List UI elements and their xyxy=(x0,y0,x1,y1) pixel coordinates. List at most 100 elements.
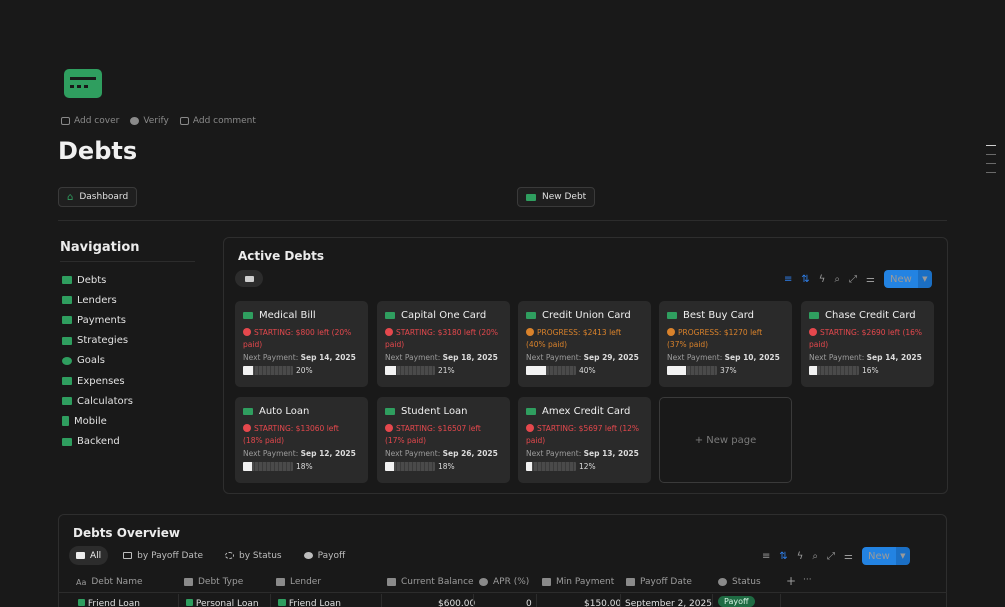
add-cover-button[interactable]: Add cover xyxy=(61,116,119,126)
credit-card-icon xyxy=(385,311,395,319)
dashboard-button[interactable]: ⌂ Dashboard xyxy=(58,187,138,207)
column-header-debt-name[interactable]: Aa Debt Name xyxy=(76,577,143,587)
debt-card[interactable]: Chase Credit Card STARTING: $2690 left (1… xyxy=(801,301,934,387)
min-payment-cell[interactable]: $150.00 xyxy=(584,599,621,607)
credit-card-icon[interactable] xyxy=(64,69,102,98)
debt-type-cell[interactable]: Personal Loan xyxy=(196,599,259,607)
next-payment: Next Payment: Sep 14, 2025 xyxy=(809,353,922,362)
new-page-button[interactable]: + New page xyxy=(659,397,792,483)
debt-card-title: Credit Union Card xyxy=(526,308,643,322)
debt-card[interactable]: Capital One Card STARTING: $3180 left (20… xyxy=(377,301,510,387)
database-icon xyxy=(62,437,72,446)
pie-icon xyxy=(479,578,488,586)
image-icon xyxy=(61,117,70,125)
calendar-icon xyxy=(123,552,133,559)
debt-card[interactable]: Credit Union Card PROGRESS: $2413 left (4… xyxy=(518,301,651,387)
status-badge[interactable]: Payoff xyxy=(718,596,755,607)
tab-by-payoff-date[interactable]: by Payoff Date xyxy=(116,546,210,565)
divider xyxy=(536,594,537,607)
calculator-icon xyxy=(62,397,72,406)
new-debt-button[interactable]: New Debt xyxy=(517,187,596,207)
column-header-debt-type[interactable]: Debt Type xyxy=(184,577,243,587)
add-comment-button[interactable]: Add comment xyxy=(179,116,256,126)
debt-card[interactable]: Medical Bill STARTING: $800 left (20% pai… xyxy=(235,301,368,387)
progress-fill xyxy=(809,366,817,375)
table-of-contents[interactable] xyxy=(986,145,996,181)
progress-bar: 12% xyxy=(526,462,643,471)
nav-item-strategies[interactable]: Strategies xyxy=(62,331,133,351)
search-icon[interactable]: ⌕ xyxy=(812,551,818,562)
divider xyxy=(60,261,195,262)
settings-icon[interactable]: ⚌ xyxy=(866,274,875,285)
nav-item-lenders[interactable]: Lenders xyxy=(62,290,133,310)
search-icon[interactable]: ⌕ xyxy=(834,274,840,285)
debt-card[interactable]: Amex Credit Card STARTING: $5697 left (12… xyxy=(518,397,651,483)
credit-card-icon xyxy=(62,276,72,285)
text-type-icon: Aa xyxy=(76,577,87,587)
progress-bar: 21% xyxy=(385,366,502,375)
nav-item-backend[interactable]: Backend xyxy=(62,432,133,452)
filter-icon[interactable]: ≡ xyxy=(784,274,792,285)
tab-by-status[interactable]: by Status xyxy=(218,546,289,565)
verify-button[interactable]: Verify xyxy=(130,116,169,126)
check-circle-icon xyxy=(130,117,140,125)
apr-cell[interactable]: 0 xyxy=(526,599,532,607)
chevron-down-icon[interactable]: ▼ xyxy=(895,547,910,565)
expand-icon[interactable]: ⤢ xyxy=(827,551,835,562)
nav-item-goals[interactable]: Goals xyxy=(62,351,133,371)
debt-card[interactable]: Best Buy Card PROGRESS: $1270 left (37% p… xyxy=(659,301,792,387)
divider xyxy=(780,594,781,607)
settings-icon[interactable]: ⚌ xyxy=(844,551,853,562)
chevron-down-icon[interactable]: ▼ xyxy=(917,270,932,288)
debt-card-title: Capital One Card xyxy=(385,308,502,322)
nav-item-expenses[interactable]: Expenses xyxy=(62,371,133,391)
progress-bar: 20% xyxy=(243,366,360,375)
new-button[interactable]: New ▼ xyxy=(883,270,932,288)
debt-card[interactable]: Auto Loan STARTING: $13060 left (18% paid… xyxy=(235,397,368,483)
nav-item-mobile[interactable]: Mobile xyxy=(62,411,133,431)
next-payment: Next Payment: Sep 12, 2025 xyxy=(243,449,356,458)
status-dot-icon xyxy=(385,424,393,432)
debt-name-cell[interactable]: Friend Loan xyxy=(88,599,140,607)
next-payment: Next Payment: Sep 13, 2025 xyxy=(526,449,639,458)
credit-card-icon xyxy=(667,311,677,319)
receipt-icon xyxy=(62,316,72,325)
divider xyxy=(712,594,713,607)
nav-item-payments[interactable]: Payments xyxy=(62,310,133,330)
debt-status-text: STARTING: $5697 left (12% paid) xyxy=(526,424,640,445)
lightning-icon[interactable]: ϟ xyxy=(797,551,804,562)
nav-item-calculators[interactable]: Calculators xyxy=(62,391,133,411)
expand-icon[interactable]: ⤢ xyxy=(849,274,857,285)
nav-item-debts[interactable]: Debts xyxy=(62,270,133,290)
debt-status-text: STARTING: $2690 left (16% paid) xyxy=(809,328,923,349)
add-column-icon[interactable]: + xyxy=(786,574,796,588)
home-icon: ⌂ xyxy=(67,191,74,203)
debt-card-title: Chase Credit Card xyxy=(809,308,926,322)
column-header-status[interactable]: Status xyxy=(718,577,761,587)
tab-all[interactable]: All xyxy=(69,546,109,565)
column-header-apr[interactable]: APR (%) xyxy=(479,577,529,587)
sort-icon[interactable]: ⇅ xyxy=(779,551,787,562)
filter-icon[interactable]: ≡ xyxy=(762,551,770,562)
status-dot-icon xyxy=(243,424,251,432)
new-button[interactable]: New ▼ xyxy=(861,547,910,565)
car-icon xyxy=(243,407,253,415)
column-header-lender[interactable]: Lender xyxy=(276,577,321,587)
debt-status-text: STARTING: $3180 left (20% paid) xyxy=(385,328,499,349)
more-icon[interactable]: ··· xyxy=(803,575,812,585)
next-payment: Next Payment: Sep 14, 2025 xyxy=(243,353,356,362)
target-icon xyxy=(62,356,72,365)
column-header-current-balance[interactable]: Current Balance xyxy=(387,577,474,587)
debt-card[interactable]: Student Loan STARTING: $16507 left (17% p… xyxy=(377,397,510,483)
bank-icon xyxy=(62,296,72,305)
lender-cell[interactable]: Friend Loan xyxy=(289,599,341,607)
tab-payoff[interactable]: Payoff xyxy=(297,546,353,565)
sort-icon[interactable]: ⇅ xyxy=(801,274,809,285)
gallery-view-tab[interactable] xyxy=(235,270,263,287)
lightning-icon[interactable]: ϟ xyxy=(819,274,826,285)
column-header-min-payment[interactable]: Min Payment xyxy=(542,577,614,587)
table-row[interactable]: Friend Loan Personal Loan Friend Loan $6… xyxy=(58,594,947,607)
divider xyxy=(58,220,947,221)
debt-status-text: STARTING: $16507 left (17% paid) xyxy=(385,424,481,445)
column-header-payoff-date[interactable]: Payoff Date xyxy=(626,577,692,587)
